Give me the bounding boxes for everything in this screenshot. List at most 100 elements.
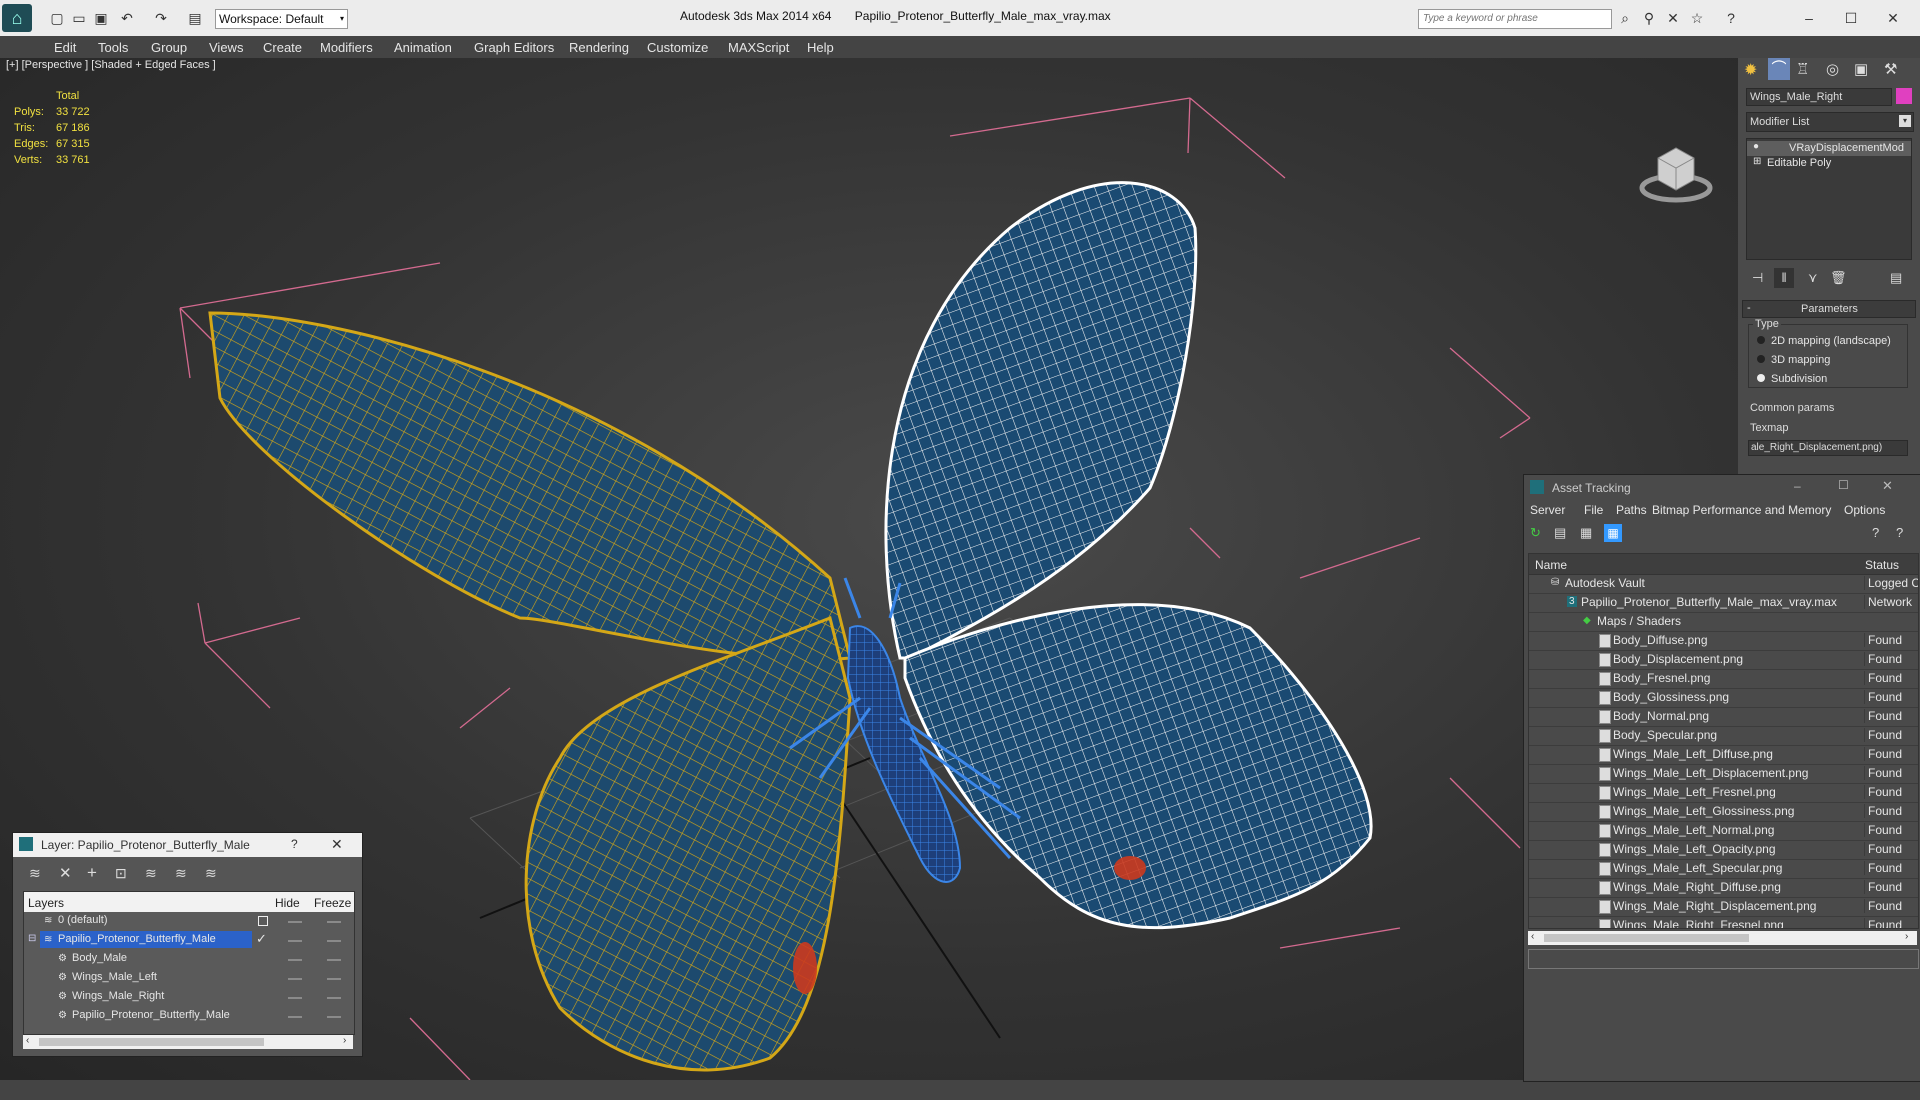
asset-menu-server[interactable]: Server xyxy=(1530,503,1565,517)
maximize-icon[interactable]: ☐ xyxy=(1838,478,1849,492)
asset-row[interactable]: Wings_Male_Left_Opacity.png Found xyxy=(1529,840,1918,860)
select-objects-icon[interactable]: ⊡ xyxy=(115,865,127,882)
layer-object-row[interactable]: ⚙ Wings_Male_Left xyxy=(24,969,354,988)
column-freeze[interactable]: Freeze xyxy=(314,896,351,910)
modifier-list-dropdown[interactable]: Modifier List ▾ xyxy=(1746,112,1914,132)
asset-dialog-titlebar[interactable]: Asset Tracking – ☐ ✕ xyxy=(1524,475,1920,499)
list-view-icon[interactable]: ▤ xyxy=(1554,525,1566,541)
column-name[interactable]: Name xyxy=(1535,558,1567,572)
asset-menu-bitmap[interactable]: Bitmap Performance and Memory xyxy=(1652,503,1831,517)
asset-row[interactable]: Body_Normal.png Found xyxy=(1529,707,1918,727)
create-tab-icon[interactable]: ✹ xyxy=(1744,60,1757,80)
menu-tools[interactable]: Tools xyxy=(98,40,128,55)
configure-sets-icon[interactable]: ▤ xyxy=(1890,270,1902,286)
menu-help[interactable]: Help xyxy=(807,40,834,55)
help-icon[interactable]: ? xyxy=(291,837,298,851)
asset-menu-file[interactable]: File xyxy=(1584,503,1603,517)
refresh-icon[interactable]: ↻ xyxy=(1530,525,1541,541)
asset-row[interactable]: Body_Specular.png Found xyxy=(1529,726,1918,746)
radio-2d-mapping[interactable]: 2D mapping (landscape) xyxy=(1757,335,1891,354)
scroll-right-icon[interactable]: › xyxy=(1905,931,1908,942)
minimize-icon[interactable]: – xyxy=(1800,9,1818,27)
layer-object-row[interactable]: ⚙ Body_Male xyxy=(24,950,354,969)
asset-menu-paths[interactable]: Paths xyxy=(1616,503,1647,517)
maximize-icon[interactable]: ☐ xyxy=(1842,9,1860,27)
asset-row[interactable]: Body_Glossiness.png Found xyxy=(1529,688,1918,708)
context-help-icon[interactable]: ? xyxy=(1896,525,1903,540)
freeze-all-icon[interactable]: ≋ xyxy=(205,865,217,882)
expand-plus-icon[interactable]: ⊞ xyxy=(1753,156,1761,167)
freeze-toggle[interactable] xyxy=(327,1016,341,1018)
hide-toggle[interactable] xyxy=(288,921,302,923)
hide-toggle[interactable] xyxy=(288,959,302,961)
app-logo-icon[interactable]: ⌂ xyxy=(2,4,32,32)
binoculars-icon[interactable]: ⌕ xyxy=(1616,9,1634,27)
layer-horizontal-scrollbar[interactable]: ‹ › xyxy=(23,1035,353,1049)
menu-create[interactable]: Create xyxy=(263,40,302,55)
motion-tab-icon[interactable]: ◎ xyxy=(1826,60,1839,78)
active-checkmark-icon[interactable]: ✓ xyxy=(256,931,267,947)
rollout-header[interactable]: - Parameters xyxy=(1742,300,1916,318)
help-icon[interactable]: ? xyxy=(1722,9,1740,27)
favorites-star-icon[interactable]: ☆ xyxy=(1688,9,1706,27)
undo-icon[interactable]: ↶ xyxy=(118,9,136,27)
asset-row[interactable]: Wings_Male_Left_Specular.png Found xyxy=(1529,859,1918,879)
radio-button[interactable] xyxy=(1757,355,1765,363)
hierarchy-tab-icon[interactable]: ♖ xyxy=(1796,60,1809,78)
hide-toggle[interactable] xyxy=(288,978,302,980)
asset-row[interactable]: Wings_Male_Left_Glossiness.png Found xyxy=(1529,802,1918,822)
asset-row[interactable]: Wings_Male_Right_Fresnel.png Found xyxy=(1529,916,1918,928)
save-file-icon[interactable]: ▣ xyxy=(92,9,110,27)
menu-views[interactable]: Views xyxy=(209,40,243,55)
delete-layer-icon[interactable]: ✕ xyxy=(59,864,72,882)
asset-row[interactable]: Wings_Male_Left_Fresnel.png Found xyxy=(1529,783,1918,803)
remove-modifier-icon[interactable]: 🗑 xyxy=(1830,270,1847,286)
asset-horizontal-scrollbar[interactable]: ‹ › xyxy=(1528,931,1917,945)
asset-row[interactable]: Body_Diffuse.png Found xyxy=(1529,631,1918,651)
layer-object-row[interactable]: ⚙ Papilio_Protenor_Butterfly_Male xyxy=(24,1007,354,1026)
show-end-result-icon[interactable]: ‖ xyxy=(1774,268,1794,288)
menu-animation[interactable]: Animation xyxy=(394,40,452,55)
scrollbar-thumb[interactable] xyxy=(39,1038,264,1046)
search-input[interactable] xyxy=(1419,10,1607,27)
asset-path-field[interactable] xyxy=(1528,949,1919,969)
menu-modifiers[interactable]: Modifiers xyxy=(320,40,373,55)
expand-minus-icon[interactable]: ⊟ xyxy=(28,933,36,944)
asset-row[interactable]: Wings_Male_Left_Diffuse.png Found xyxy=(1529,745,1918,765)
hide-toggle[interactable] xyxy=(288,997,302,999)
asset-row[interactable]: ⛁ Autodesk Vault Logged C xyxy=(1529,574,1918,594)
scrollbar-thumb[interactable] xyxy=(1544,934,1749,942)
viewport-label[interactable]: [+] [Perspective ] [Shaded + Edged Faces… xyxy=(6,59,216,71)
open-file-icon[interactable]: ▭ xyxy=(70,9,88,27)
modifier-stack-item[interactable]: ● VRayDisplacementMod xyxy=(1747,141,1911,156)
new-file-icon[interactable]: ▢ xyxy=(48,9,66,27)
asset-row[interactable]: Wings_Male_Left_Displacement.png Found xyxy=(1529,764,1918,784)
object-color-swatch[interactable] xyxy=(1896,88,1912,104)
hide-all-icon[interactable]: ≋ xyxy=(175,865,187,882)
display-tab-icon[interactable]: ▣ xyxy=(1854,60,1868,78)
redo-icon[interactable]: ↷ xyxy=(152,9,170,27)
menu-rendering[interactable]: Rendering xyxy=(569,40,629,55)
radio-button-selected[interactable] xyxy=(1757,374,1765,382)
close-icon[interactable]: ✕ xyxy=(1882,478,1893,494)
layer-object-row[interactable]: ⚙ Wings_Male_Right xyxy=(24,988,354,1007)
texmap-button[interactable]: ale_Right_Displacement.png) xyxy=(1748,440,1908,456)
object-name-field[interactable]: Wings_Male_Right xyxy=(1746,88,1892,106)
hide-toggle[interactable] xyxy=(288,940,302,942)
menu-edit[interactable]: Edit xyxy=(54,40,76,55)
scroll-left-icon[interactable]: ‹ xyxy=(1531,931,1534,942)
asset-menu-options[interactable]: Options xyxy=(1844,503,1885,517)
scroll-right-icon[interactable]: › xyxy=(343,1035,346,1046)
asset-row[interactable]: ◆ Maps / Shaders xyxy=(1529,612,1918,632)
hold-icon[interactable]: ▤ xyxy=(186,9,204,27)
close-icon[interactable]: ✕ xyxy=(1884,9,1902,27)
radio-subdivision[interactable]: Subdivision xyxy=(1757,373,1827,392)
table-view-icon[interactable]: ▦ xyxy=(1604,524,1622,542)
asset-row[interactable]: Wings_Male_Right_Displacement.png Found xyxy=(1529,897,1918,917)
menu-group[interactable]: Group xyxy=(151,40,187,55)
layer-row-selected[interactable]: ⊟ ≋ Papilio_Protenor_Butterfly_Male ✓ xyxy=(24,931,354,950)
freeze-toggle[interactable] xyxy=(327,978,341,980)
workspace-dropdown[interactable]: Workspace: Default ▾ xyxy=(215,9,348,29)
scroll-left-icon[interactable]: ‹ xyxy=(26,1035,29,1046)
freeze-toggle[interactable] xyxy=(327,921,341,923)
